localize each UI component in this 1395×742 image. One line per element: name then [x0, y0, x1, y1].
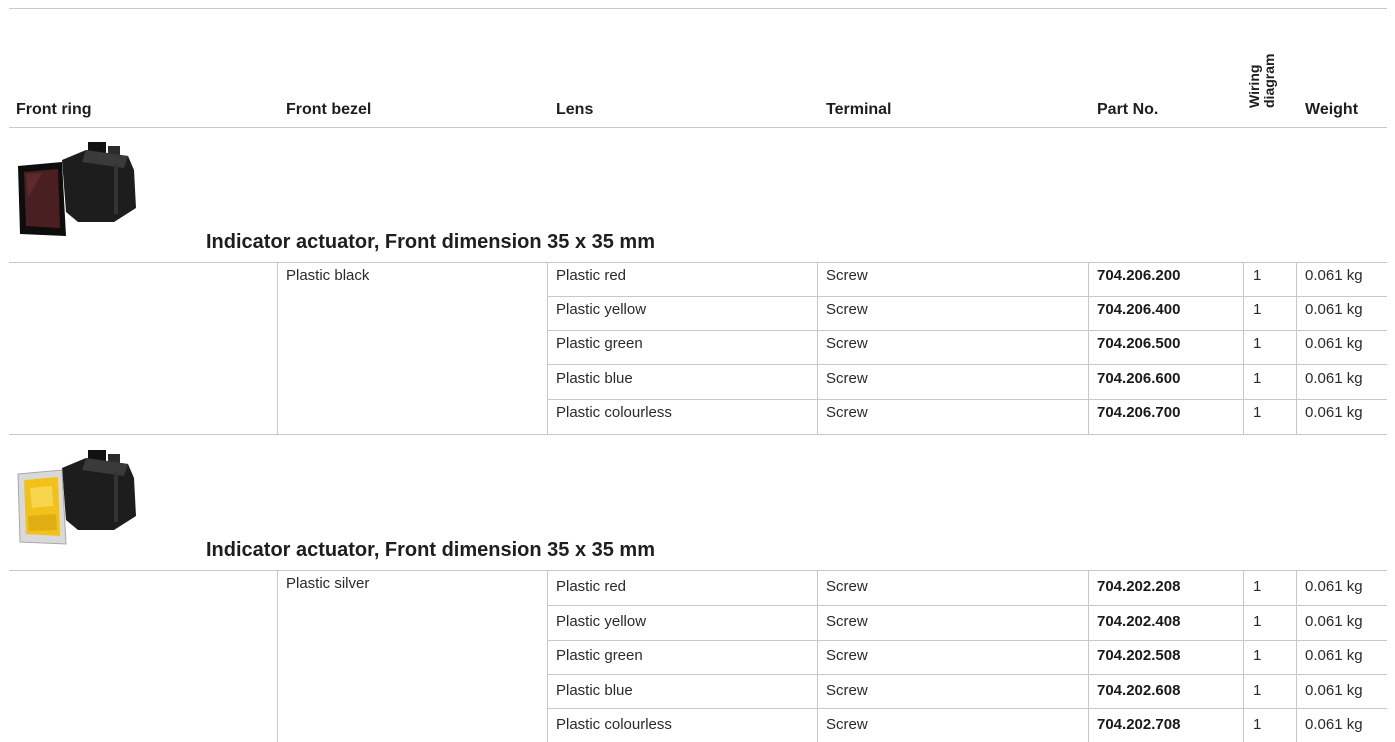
wiring-cell: 1 [1253, 267, 1262, 284]
weight-cell: 0.061 kg [1305, 335, 1363, 352]
part-no-cell: 704.206.500 [1097, 335, 1181, 352]
lens-cell: Plastic red [556, 578, 627, 595]
col-header-part-no: Part No. [1097, 101, 1159, 118]
col-header-terminal: Terminal [826, 101, 892, 118]
front-bezel-value: Plastic black [286, 267, 370, 284]
lens-cell: Plastic red [556, 267, 627, 284]
lens-cell: Plastic yellow [556, 301, 647, 318]
weight-cell: 0.061 kg [1305, 267, 1363, 284]
part-no-cell: 704.202.708 [1097, 716, 1181, 733]
front-bezel-value: Plastic silver [286, 575, 370, 592]
wiring-cell: 1 [1253, 682, 1262, 699]
terminal-cell: Screw [826, 301, 868, 318]
terminal-cell: Screw [826, 404, 868, 421]
section-bottom-rule [9, 434, 1387, 435]
header-bottom-rule [9, 127, 1387, 128]
terminal-cell: Screw [826, 613, 868, 630]
wiring-cell: 1 [1253, 578, 1262, 595]
wiring-cell: 1 [1253, 370, 1262, 387]
wiring-cell: 1 [1253, 335, 1262, 352]
col-header-weight: Weight [1305, 101, 1359, 118]
col-header-wiring-diagram: Wiring diagram [1246, 53, 1277, 108]
col-header-lens: Lens [556, 101, 594, 118]
lens-cell: Plastic blue [556, 682, 633, 699]
part-no-cell: 704.206.400 [1097, 301, 1181, 318]
part-no-cell: 704.202.408 [1097, 613, 1181, 630]
table-top-rule [9, 8, 1387, 9]
product-table-page: Front ring Front bezel Lens Terminal Par… [0, 0, 1395, 742]
terminal-cell: Screw [826, 267, 868, 284]
wiring-cell: 1 [1253, 647, 1262, 664]
lens-cell: Plastic yellow [556, 613, 647, 630]
weight-cell: 0.061 kg [1305, 404, 1363, 421]
lens-cell: Plastic colourless [556, 716, 672, 733]
wiring-cell: 1 [1253, 613, 1262, 630]
section-title: Indicator actuator, Front dimension 35 x… [206, 231, 655, 253]
terminal-cell: Screw [826, 370, 868, 387]
weight-cell: 0.061 kg [1305, 578, 1363, 595]
part-no-cell: 704.206.700 [1097, 404, 1181, 421]
wiring-cell: 1 [1253, 716, 1262, 733]
part-no-cell: 704.202.208 [1097, 578, 1181, 595]
wiring-cell: 1 [1253, 301, 1262, 318]
section-title-rule [9, 262, 1387, 263]
silver-indicator-actuator-image [17, 450, 136, 545]
weight-cell: 0.061 kg [1305, 682, 1363, 699]
part-no-cell: 704.202.608 [1097, 682, 1181, 699]
terminal-cell: Screw [826, 716, 868, 733]
lens-cell: Plastic blue [556, 370, 633, 387]
wiring-cell: 1 [1253, 404, 1262, 421]
weight-cell: 0.061 kg [1305, 370, 1363, 387]
terminal-cell: Screw [826, 335, 868, 352]
lens-cell: Plastic colourless [556, 404, 672, 421]
col-header-front-bezel: Front bezel [286, 101, 372, 118]
weight-cell: 0.061 kg [1305, 716, 1363, 733]
part-no-cell: 704.202.508 [1097, 647, 1181, 664]
weight-cell: 0.061 kg [1305, 613, 1363, 630]
part-no-cell: 704.206.600 [1097, 370, 1181, 387]
lens-cell: Plastic green [556, 647, 643, 664]
terminal-cell: Screw [826, 682, 868, 699]
weight-cell: 0.061 kg [1305, 647, 1363, 664]
lens-cell: Plastic green [556, 335, 643, 352]
part-no-cell: 704.206.200 [1097, 267, 1181, 284]
weight-cell: 0.061 kg [1305, 301, 1363, 318]
black-indicator-actuator-image [18, 142, 136, 236]
section-title: Indicator actuator, Front dimension 35 x… [206, 539, 655, 561]
terminal-cell: Screw [826, 647, 868, 664]
section-title-rule [9, 570, 1387, 571]
col-header-front-ring: Front ring [16, 101, 92, 118]
terminal-cell: Screw [826, 578, 868, 595]
